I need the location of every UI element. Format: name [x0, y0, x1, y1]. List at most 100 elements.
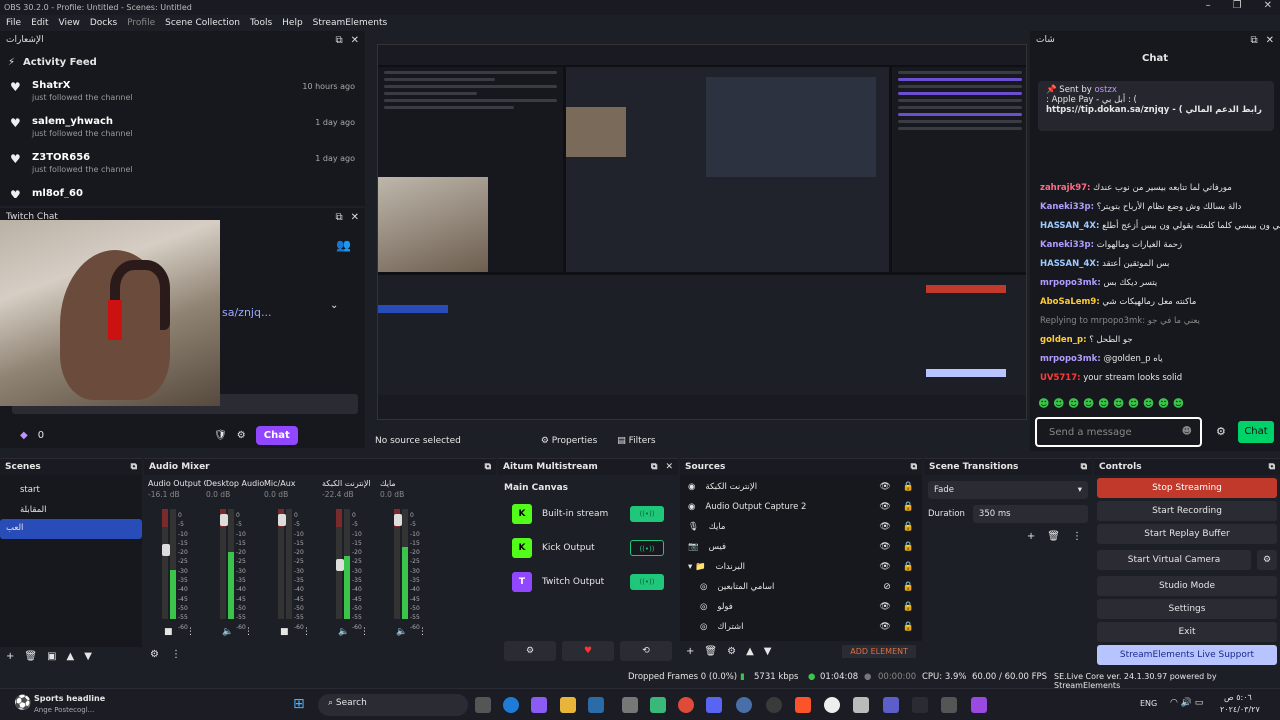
scene-item[interactable]: العب — [0, 519, 142, 539]
eye-icon[interactable]: 👁 — [879, 602, 890, 612]
send-message-input[interactable]: Send a message ☻ — [1035, 417, 1202, 447]
gear-icon[interactable]: ⚙ — [727, 646, 736, 657]
close-icon[interactable]: ✕ — [1264, 0, 1272, 11]
chat-user[interactable]: UV5717: — [1040, 373, 1081, 383]
points-icon[interactable]: ◆ — [20, 430, 28, 441]
lock-icon[interactable]: 🔒 — [903, 502, 914, 512]
menu-icon[interactable]: ⋮ — [302, 627, 311, 637]
trash-icon[interactable]: 🗑 — [24, 651, 37, 662]
menu-icon[interactable]: ⋮ — [244, 627, 253, 637]
float-icon[interactable]: ⧉ — [335, 212, 342, 223]
add-element-button[interactable]: ADD ELEMENT — [842, 645, 916, 658]
chat-user[interactable]: HASSAN_4X: — [1040, 259, 1099, 269]
down-icon[interactable]: ▼ — [764, 646, 772, 657]
trash-icon[interactable]: 🗑 — [704, 646, 717, 657]
windows-start-icon[interactable]: ⊞ — [293, 696, 305, 712]
clock-date[interactable]: ٢٠٢٤/٠٣/٢٧ — [1220, 705, 1260, 714]
chrome-icon[interactable] — [678, 697, 694, 713]
chat-send-button[interactable]: Chat — [1238, 421, 1274, 443]
menu-file[interactable]: File — [6, 18, 21, 28]
preview-canvas[interactable] — [377, 44, 1027, 420]
chevron-down-icon[interactable]: ⌄ — [330, 300, 338, 311]
lock-icon[interactable]: 🔒 — [903, 522, 914, 532]
chat-user[interactable]: HASSAN_4X: — [1040, 221, 1099, 231]
menu-help[interactable]: Help — [282, 18, 303, 28]
add-icon[interactable]: + — [1027, 531, 1035, 542]
mute-icon[interactable]: ■ — [164, 627, 173, 637]
menu-icon[interactable]: ⋮ — [171, 649, 181, 660]
chat-user[interactable]: Kaneki33p: — [1040, 240, 1094, 250]
brave-icon[interactable] — [795, 697, 811, 713]
trash-icon[interactable]: 🗑 — [1047, 531, 1060, 542]
lock-icon[interactable]: 🔒 — [903, 622, 914, 632]
start-replay-buffer-button[interactable]: Start Replay Buffer — [1097, 524, 1277, 544]
menu-streamelements[interactable]: StreamElements — [313, 18, 388, 28]
chat-user[interactable]: zahrajk97: — [1040, 183, 1090, 193]
scene-item[interactable]: المقابلة — [0, 499, 142, 519]
close-icon[interactable]: ✕ — [351, 212, 359, 223]
gear-icon[interactable]: ⚙ — [150, 649, 159, 660]
stream-toggle[interactable]: ((•)) — [630, 574, 664, 590]
emote-bar[interactable]: ☻ ☻ ☻ ☻ ☻ ☻ ☻ ☻ ☻ ☻ — [1038, 397, 1184, 410]
lock-icon[interactable]: 🔒 — [903, 542, 914, 552]
app-icon[interactable] — [622, 697, 638, 713]
app-icon[interactable] — [971, 697, 987, 713]
menu-profile[interactable]: Profile — [127, 18, 155, 28]
app-icon[interactable] — [853, 697, 869, 713]
minimize-icon[interactable]: – — [1206, 0, 1211, 11]
teams-icon[interactable] — [883, 697, 899, 713]
menu-icon[interactable]: ⋮ — [418, 627, 427, 637]
volume-slider[interactable] — [278, 514, 286, 526]
lock-icon[interactable]: 🔒 — [903, 602, 914, 612]
eye-icon[interactable]: 👁 — [879, 542, 890, 552]
gear-icon[interactable]: ⚙ — [504, 641, 556, 661]
eye-icon[interactable]: 👁 — [879, 502, 890, 512]
close-icon[interactable]: ✕ — [665, 462, 673, 472]
duration-input[interactable]: 350 ms — [972, 505, 1088, 523]
eye-icon[interactable]: 👁 — [879, 622, 890, 632]
language-indicator[interactable]: ENG — [1140, 699, 1157, 708]
float-icon[interactable]: ⧉ — [1081, 462, 1087, 472]
menu-docks[interactable]: Docks — [90, 18, 117, 28]
news-icon[interactable]: ⚽ — [14, 695, 31, 711]
menu-icon[interactable]: ⋮ — [360, 627, 369, 637]
source-item[interactable]: ◎ اسامي المتابعين ⊘ 🔒 — [680, 577, 922, 597]
wifi-icon[interactable]: ◠ 🔊 ▭ — [1170, 698, 1203, 708]
eye-icon[interactable]: 👁 — [879, 522, 890, 532]
start-recording-button[interactable]: Start Recording — [1097, 501, 1277, 521]
source-item[interactable]: ◎ اشتراك 👁 🔒 — [680, 617, 922, 637]
chat-user[interactable]: AboSaLem9: — [1040, 297, 1100, 307]
app-icon[interactable] — [736, 697, 752, 713]
chat-user[interactable]: Kaneki33p: — [1040, 202, 1094, 212]
speaker-icon[interactable]: 🔈 — [396, 627, 407, 637]
start-virtual-camera-button[interactable]: Start Virtual Camera — [1097, 550, 1251, 570]
mute-icon[interactable]: ■ — [280, 627, 289, 637]
up-icon[interactable]: ▲ — [67, 651, 75, 662]
settings-button[interactable]: Settings — [1097, 599, 1277, 619]
source-item[interactable]: ◉ Audio Output Capture 2 👁 🔒 — [680, 497, 922, 517]
source-item[interactable]: 🎙 مايك 👁 🔒 — [680, 517, 922, 537]
menu-view[interactable]: View — [59, 18, 80, 28]
news-title[interactable]: Sports headline — [34, 694, 105, 703]
lock-icon[interactable]: 🔒 — [903, 562, 914, 572]
source-item[interactable]: ◎ فولو 👁 🔒 — [680, 597, 922, 617]
stream-toggle[interactable]: ((•)) — [630, 506, 664, 522]
volume-slider[interactable] — [394, 514, 402, 526]
speaker-icon[interactable]: 🔈 — [222, 627, 233, 637]
float-icon[interactable]: ⧉ — [335, 35, 342, 46]
folder-icon[interactable] — [560, 697, 576, 713]
source-item[interactable]: ◉ الإنترنت الكبكة 👁 🔒 — [680, 477, 922, 497]
live-support-button[interactable]: StreamElements Live Support — [1097, 645, 1277, 665]
github-icon[interactable] — [824, 697, 840, 713]
chat-user[interactable]: mrpopo3mk: — [1040, 278, 1101, 288]
float-icon[interactable]: ⧉ — [911, 462, 917, 472]
studio-mode-button[interactable]: Studio Mode — [1097, 576, 1277, 596]
chat-link[interactable]: sa/znjq... — [222, 306, 271, 319]
transition-select[interactable]: Fade ▾ — [928, 481, 1088, 499]
source-item[interactable]: 📷 فيس 👁 🔒 — [680, 537, 922, 557]
app-icon[interactable] — [941, 697, 957, 713]
float-icon[interactable]: ⧉ — [485, 462, 491, 472]
menu-icon[interactable]: ⋮ — [186, 627, 195, 637]
close-icon[interactable]: ✕ — [351, 35, 359, 46]
edge-icon[interactable] — [503, 697, 519, 713]
